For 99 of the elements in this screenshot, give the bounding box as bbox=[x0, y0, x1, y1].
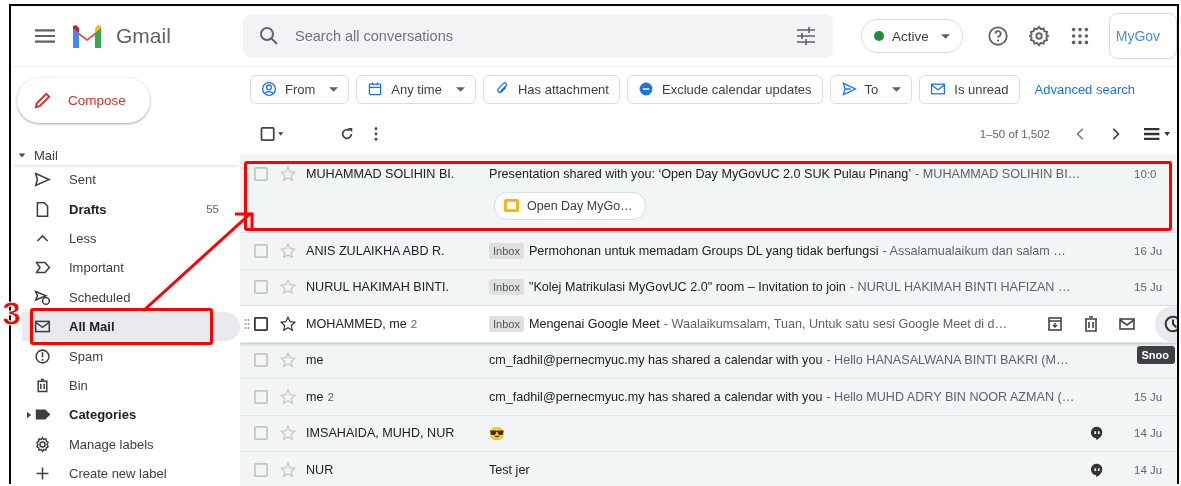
clock-icon bbox=[1164, 314, 1177, 333]
star-icon[interactable] bbox=[280, 315, 296, 332]
trash-icon[interactable] bbox=[1083, 315, 1099, 332]
sender-name: me bbox=[306, 353, 324, 368]
envelope-icon[interactable] bbox=[1119, 315, 1135, 332]
alert-icon bbox=[34, 347, 51, 365]
unread-count: 55 bbox=[206, 203, 219, 216]
slides-icon bbox=[504, 199, 519, 212]
search-icon[interactable] bbox=[259, 26, 279, 46]
compose-button[interactable]: Compose bbox=[17, 78, 150, 123]
checkbox[interactable] bbox=[254, 316, 268, 331]
select-checkbox-icon[interactable] bbox=[260, 127, 284, 141]
email-snippet: - Hello HANASALWANA BINTI BAKRI (M… bbox=[826, 353, 1069, 368]
expand-caret-icon[interactable] bbox=[27, 410, 32, 419]
sidebar-item[interactable]: Spam bbox=[22, 341, 240, 371]
sender-name: IMSAHAIDA, MUHD, NUR bbox=[306, 426, 455, 441]
caret-icon bbox=[455, 86, 465, 92]
sender-name: me bbox=[306, 389, 324, 404]
label-tag: Inbox bbox=[489, 242, 524, 259]
filter-chip[interactable]: To bbox=[829, 74, 913, 104]
drag-handle-icon[interactable] bbox=[244, 318, 250, 330]
email-subject: cm_fadhil@pernecmyuc.my has shared a calendar with you bbox=[489, 353, 823, 368]
email-subject: cm_fadhil@pernecmyuc.my has shared a calendar with you bbox=[489, 389, 823, 404]
settings-icon[interactable] bbox=[1027, 25, 1050, 47]
sidebar-item[interactable]: Manage labels bbox=[22, 429, 240, 459]
sidebar-item[interactable]: Important bbox=[22, 253, 240, 283]
message-count: 2 bbox=[410, 317, 418, 330]
sender-name: NURUL HAKIMAH BINTI. bbox=[306, 280, 449, 295]
email-subject: Permohonan untuk memadam Groups DL yang tidak berfungsi bbox=[528, 243, 879, 258]
search-field[interactable]: Search all conversations bbox=[243, 14, 833, 58]
minus-circle-icon bbox=[637, 81, 654, 97]
search-input[interactable]: Search all conversations bbox=[293, 27, 797, 45]
filter-chip[interactable]: From bbox=[250, 74, 350, 104]
email-date: 15 Ju bbox=[1134, 281, 1164, 294]
envelope-logo-icon bbox=[71, 24, 103, 48]
email-row[interactable]: MUHAMMAD SOLIHIN BI. Presentation shared with you: ‘Open Day MyGovUC 2.0 SUK Pulau Pinang’ - MUHAMMAD SOLIHIN BI… 10:0 Open Day MyGo… bbox=[240, 156, 1177, 233]
app-name: Gmail bbox=[116, 24, 171, 48]
gear-icon bbox=[34, 435, 51, 453]
caret-icon bbox=[329, 86, 339, 92]
sender-name: ANIS ZULAIKHA ABD R. bbox=[306, 243, 445, 258]
email-subject: Presentation shared with you: ‘Open Day MyGovUC 2.0 SUK Pulau Pinang’ bbox=[489, 166, 912, 181]
send-icon bbox=[840, 81, 857, 97]
help-icon[interactable] bbox=[986, 25, 1009, 47]
email-snippet: - NURUL HAKIMAH BINTI HAFIZAN … bbox=[849, 280, 1071, 295]
caret-icon bbox=[940, 33, 950, 39]
email-subject: "Kolej Matrikulasi MyGovUC 2.0" room – Invitation to join bbox=[528, 280, 846, 295]
email-snippet: - Hello MUHD ADRY BIN NOOR AZMAN (… bbox=[826, 389, 1075, 404]
archive-icon[interactable] bbox=[1047, 315, 1063, 332]
person-icon bbox=[261, 81, 277, 97]
sidebar-item[interactable]: Sent bbox=[22, 165, 240, 195]
email-date: 14 Ju bbox=[1134, 427, 1164, 440]
label-tag: Inbox bbox=[489, 279, 524, 296]
sidebar-item[interactable]: Create new label bbox=[22, 458, 240, 486]
sender-name: NUR bbox=[306, 462, 334, 477]
refresh-icon[interactable] bbox=[340, 127, 354, 141]
filter-chip[interactable]: Exclude calendar updates bbox=[626, 74, 823, 104]
density-icon[interactable] bbox=[1144, 127, 1171, 141]
trash-icon bbox=[34, 376, 51, 394]
sender-name: MOHAMMED, me bbox=[306, 316, 407, 331]
menu-icon[interactable] bbox=[35, 26, 55, 46]
email-snippet: - Waalaikumsalam, Tuan, Untuk satu sesi Google Meet di d… bbox=[663, 316, 1008, 331]
account-button[interactable]: MyGov bbox=[1108, 13, 1177, 59]
email-date: 14 Ju bbox=[1134, 463, 1164, 476]
filter-options-icon[interactable] bbox=[797, 27, 815, 45]
attachment-chip[interactable]: Open Day MyGo… bbox=[494, 191, 646, 220]
sender-name: MUHAMMAD SOLIHIN BI. bbox=[306, 166, 455, 181]
email-snippet: - MUHAMMAD SOLIHIN BI… bbox=[915, 166, 1081, 181]
email-subject: Mengenai Google Meet bbox=[528, 316, 660, 331]
sidebar-item[interactable]: Scheduled bbox=[22, 282, 240, 312]
calendar-icon bbox=[367, 81, 384, 97]
email-snippet: - Assalamualaikum dan salam … bbox=[882, 243, 1066, 258]
sidebar-item[interactable]: Bin bbox=[22, 370, 240, 401]
filter-chip[interactable]: Has attachment bbox=[482, 74, 620, 104]
caret-icon[interactable] bbox=[18, 151, 26, 159]
file-icon bbox=[34, 200, 51, 218]
sidebar-item[interactable]: Drafts 55 bbox=[22, 194, 240, 224]
status-button[interactable]: Active bbox=[861, 19, 963, 53]
section-label[interactable]: Mail bbox=[34, 147, 58, 163]
sidebar-item[interactable]: All Mail bbox=[22, 311, 240, 342]
pencil-icon bbox=[33, 91, 52, 110]
clock-send-icon bbox=[34, 288, 51, 306]
advanced-search-link[interactable]: Advanced search bbox=[1034, 81, 1135, 97]
email-date: 10:0 bbox=[1134, 167, 1158, 180]
email-date: 16 Ju bbox=[1134, 244, 1164, 257]
caret-icon bbox=[892, 86, 902, 92]
sidebar-item[interactable]: Less bbox=[22, 223, 240, 254]
more-options-icon[interactable] bbox=[374, 127, 378, 141]
email-date: 15 Ju bbox=[1134, 390, 1164, 403]
message-count: 2 bbox=[327, 390, 334, 403]
envelope-icon bbox=[930, 81, 947, 97]
label-tag: Inbox bbox=[489, 315, 524, 332]
sidebar-item[interactable]: Categories bbox=[22, 400, 240, 430]
send-icon bbox=[34, 171, 51, 189]
email-subject: 😎 bbox=[489, 425, 505, 441]
page-range: 1–50 of 1,502 bbox=[979, 128, 1050, 140]
filter-chip[interactable]: Is unread bbox=[919, 74, 1020, 104]
email-row[interactable]: MOHAMMED, me 2 Inbox Mengenai Google Meet - Waalaikumsalam, Tuan, Untuk satu sesi Google Meet di d… bbox=[240, 306, 1177, 343]
email-subject: Test jer bbox=[489, 462, 530, 477]
filter-chip[interactable]: Any time bbox=[356, 74, 476, 104]
